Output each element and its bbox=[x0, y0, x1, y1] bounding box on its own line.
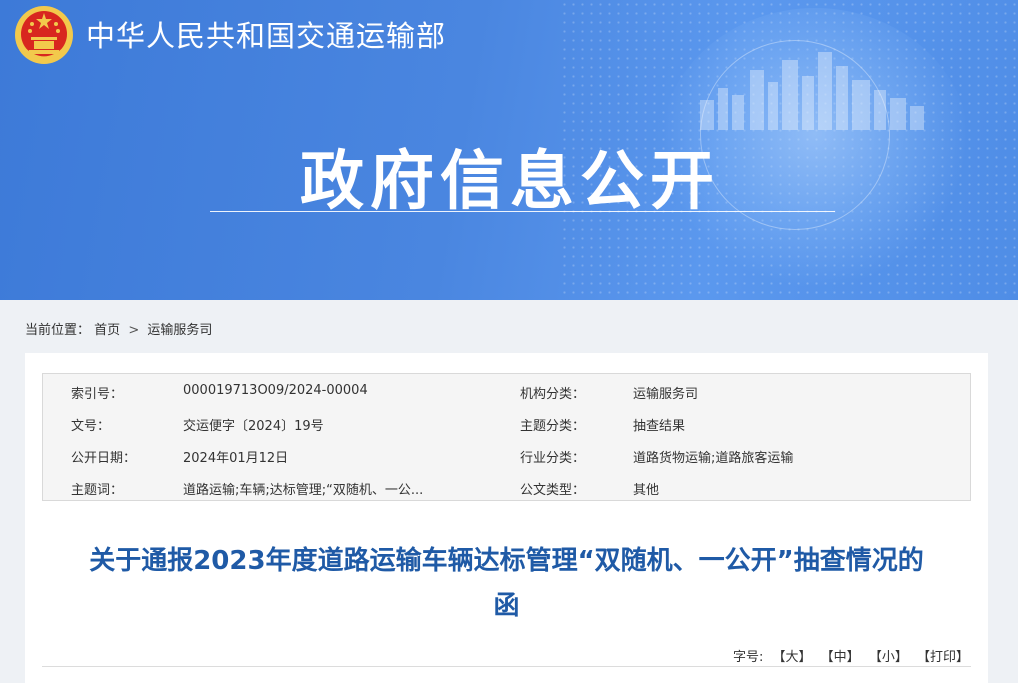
font-size-toolbar: 字号: 【大】 【中】 【小】 【打印】 bbox=[733, 646, 969, 665]
banner-title: 政府信息公开 bbox=[300, 145, 720, 219]
document-metadata-table: 索引号： 000019713O09/2024-00004 机构分类： 运输服务司… bbox=[42, 373, 971, 501]
agency-label: 机构分类： bbox=[520, 387, 586, 402]
industry-label: 行业分类： bbox=[520, 451, 586, 466]
font-large-button[interactable]: 【大】 bbox=[773, 650, 812, 665]
doc-type-value: 其他 bbox=[633, 483, 660, 498]
topic-value: 抽查结果 bbox=[633, 419, 686, 434]
metadata-row: 主题词： 道路运输;车辆;达标管理;“双随机、一公... 公文类型： 其他 bbox=[43, 473, 972, 505]
font-medium-button[interactable]: 【中】 bbox=[821, 650, 860, 665]
agency-value: 运输服务司 bbox=[633, 387, 699, 402]
breadcrumb-home-link[interactable]: 首页 bbox=[94, 323, 120, 338]
content-divider bbox=[42, 666, 971, 667]
metadata-row: 公开日期： 2024年01月12日 行业分类： 道路货物运输;道路旅客运输 bbox=[43, 441, 972, 473]
header-banner: 中华人民共和国交通运输部 政府信息公开 bbox=[0, 0, 1018, 300]
content-card: 索引号： 000019713O09/2024-00004 机构分类： 运输服务司… bbox=[25, 353, 988, 683]
date-label: 公开日期： bbox=[71, 451, 137, 466]
breadcrumb-department-link[interactable]: 运输服务司 bbox=[147, 323, 212, 338]
keywords-label: 主题词： bbox=[71, 483, 124, 498]
breadcrumb: 当前位置： 首页 > 运输服务司 bbox=[25, 319, 212, 338]
metadata-row: 索引号： 000019713O09/2024-00004 机构分类： 运输服务司 bbox=[43, 377, 972, 409]
article-title-line: 函 bbox=[493, 591, 520, 621]
index-no-label: 索引号： bbox=[71, 387, 124, 402]
article-title-line: 关于通报2023年度道路运输车辆达标管理“双随机、一公开”抽查情况的 bbox=[89, 546, 924, 576]
breadcrumb-separator: > bbox=[128, 323, 140, 338]
national-emblem-icon bbox=[15, 6, 73, 64]
city-skyline-graphic bbox=[700, 52, 924, 130]
doc-no-value: 交运便字〔2024〕19号 bbox=[183, 419, 324, 434]
doc-type-label: 公文类型： bbox=[520, 483, 586, 498]
topic-label: 主题分类： bbox=[520, 419, 586, 434]
site-name[interactable]: 中华人民共和国交通运输部 bbox=[86, 13, 446, 55]
industry-value: 道路货物运输;道路旅客运输 bbox=[633, 451, 794, 466]
metadata-row: 文号： 交运便字〔2024〕19号 主题分类： 抽查结果 bbox=[43, 409, 972, 441]
font-size-label: 字号: bbox=[732, 650, 764, 665]
keywords-value: 道路运输;车辆;达标管理;“双随机、一公... bbox=[183, 483, 424, 498]
doc-no-label: 文号： bbox=[71, 419, 111, 434]
date-value: 2024年01月12日 bbox=[183, 451, 289, 466]
font-small-button[interactable]: 【小】 bbox=[869, 650, 908, 665]
banner-underline bbox=[210, 211, 835, 212]
print-button[interactable]: 【打印】 bbox=[917, 650, 969, 665]
index-no-value: 000019713O09/2024-00004 bbox=[183, 383, 368, 398]
breadcrumb-prefix: 当前位置： bbox=[25, 323, 91, 338]
article-title: 关于通报2023年度道路运输车辆达标管理“双随机、一公开”抽查情况的 函 bbox=[25, 539, 988, 629]
